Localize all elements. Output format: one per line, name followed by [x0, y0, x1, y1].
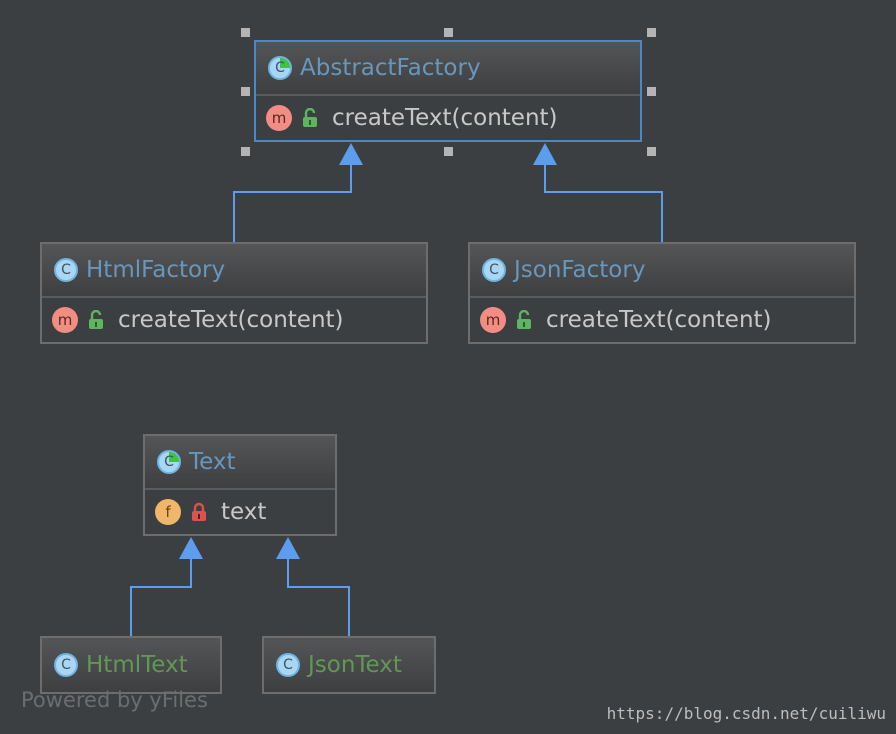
watermark: https://blog.csdn.net/cuiliwu — [606, 704, 886, 723]
arrowhead — [179, 537, 203, 559]
private-lock-icon — [192, 502, 206, 521]
resize-handle[interactable] — [647, 147, 656, 156]
class-name: HtmlFactory — [86, 257, 226, 283]
class-name: JsonText — [308, 652, 402, 678]
arrowhead — [339, 143, 363, 165]
resize-handle[interactable] — [444, 28, 453, 37]
node-header: C JsonFactory — [470, 244, 854, 298]
class-name: JsonFactory — [514, 257, 646, 283]
method-icon: m — [266, 105, 292, 131]
edge-htmlfactory-abstractfactory — [233, 164, 352, 243]
edge-jsontext-text — [287, 558, 350, 637]
class-node-text[interactable]: C Text f text — [143, 434, 337, 536]
member-row[interactable]: m createText(content) — [42, 298, 426, 342]
member-label: createText(content) — [332, 105, 558, 131]
resize-handle[interactable] — [647, 87, 656, 96]
public-unlock-icon — [517, 310, 531, 329]
class-node-htmltext[interactable]: C HtmlText — [40, 636, 222, 694]
method-icon: m — [480, 307, 506, 333]
class-name: AbstractFactory — [300, 55, 481, 81]
public-unlock-icon — [89, 310, 103, 329]
abstract-class-icon: C — [268, 56, 292, 80]
node-header: C HtmlFactory — [42, 244, 426, 298]
class-icon: C — [276, 653, 300, 677]
resize-handle[interactable] — [444, 147, 453, 156]
resize-handle[interactable] — [241, 28, 250, 37]
class-node-abstractfactory[interactable]: C AbstractFactory m createText(content) — [254, 40, 642, 142]
resize-handle[interactable] — [241, 147, 250, 156]
class-name: HtmlText — [86, 652, 188, 678]
powered-by-label: Powered by yFiles — [21, 688, 208, 712]
member-label: createText(content) — [546, 307, 772, 333]
edge-htmltext-text — [130, 558, 192, 637]
edge-jsonfactory-abstractfactory — [544, 164, 663, 243]
abstract-class-icon: C — [157, 450, 181, 474]
class-node-htmlfactory[interactable]: C HtmlFactory m createText(content) — [40, 242, 428, 344]
resize-handle[interactable] — [241, 87, 250, 96]
class-icon: C — [54, 653, 78, 677]
node-header: C AbstractFactory — [256, 42, 640, 96]
field-icon: f — [155, 499, 181, 525]
arrowhead — [533, 143, 557, 165]
member-label: createText(content) — [118, 307, 344, 333]
node-header: C JsonText — [264, 638, 434, 692]
resize-handle[interactable] — [647, 28, 656, 37]
member-row[interactable]: m createText(content) — [256, 96, 640, 140]
node-header: C Text — [145, 436, 335, 490]
method-icon: m — [52, 307, 78, 333]
class-node-jsonfactory[interactable]: C JsonFactory m createText(content) — [468, 242, 856, 344]
class-icon: C — [54, 258, 78, 282]
node-header: C HtmlText — [42, 638, 220, 692]
public-unlock-icon — [303, 108, 317, 127]
member-label: text — [221, 499, 267, 525]
member-row[interactable]: m createText(content) — [470, 298, 854, 342]
member-row[interactable]: f text — [145, 490, 335, 534]
class-icon: C — [482, 258, 506, 282]
class-name: Text — [189, 449, 236, 475]
class-node-jsontext[interactable]: C JsonText — [262, 636, 436, 694]
arrowhead — [276, 537, 300, 559]
